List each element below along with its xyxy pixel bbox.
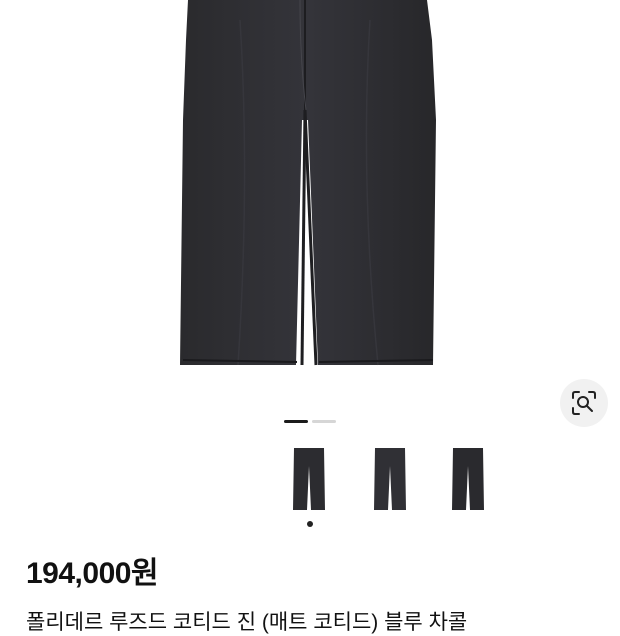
thumbnail-strip [0,440,620,530]
selected-thumbnail-indicator [307,521,313,527]
pager-segment[interactable] [312,420,336,423]
visual-search-icon [572,391,596,415]
product-image[interactable] [0,0,620,400]
pager-segment-active[interactable] [284,420,308,423]
thumbnail-3[interactable] [450,448,486,512]
jeans-photo [180,0,436,366]
image-pager [284,420,336,423]
product-name: 폴리데르 루즈드 코티드 진 (매트 코티드) 블루 차콜 [26,611,468,634]
product-price: 194,000원 [26,557,159,590]
thumbnail-1[interactable] [291,448,327,512]
thumbnail-2[interactable] [372,448,408,512]
visual-search-button[interactable] [560,379,608,427]
